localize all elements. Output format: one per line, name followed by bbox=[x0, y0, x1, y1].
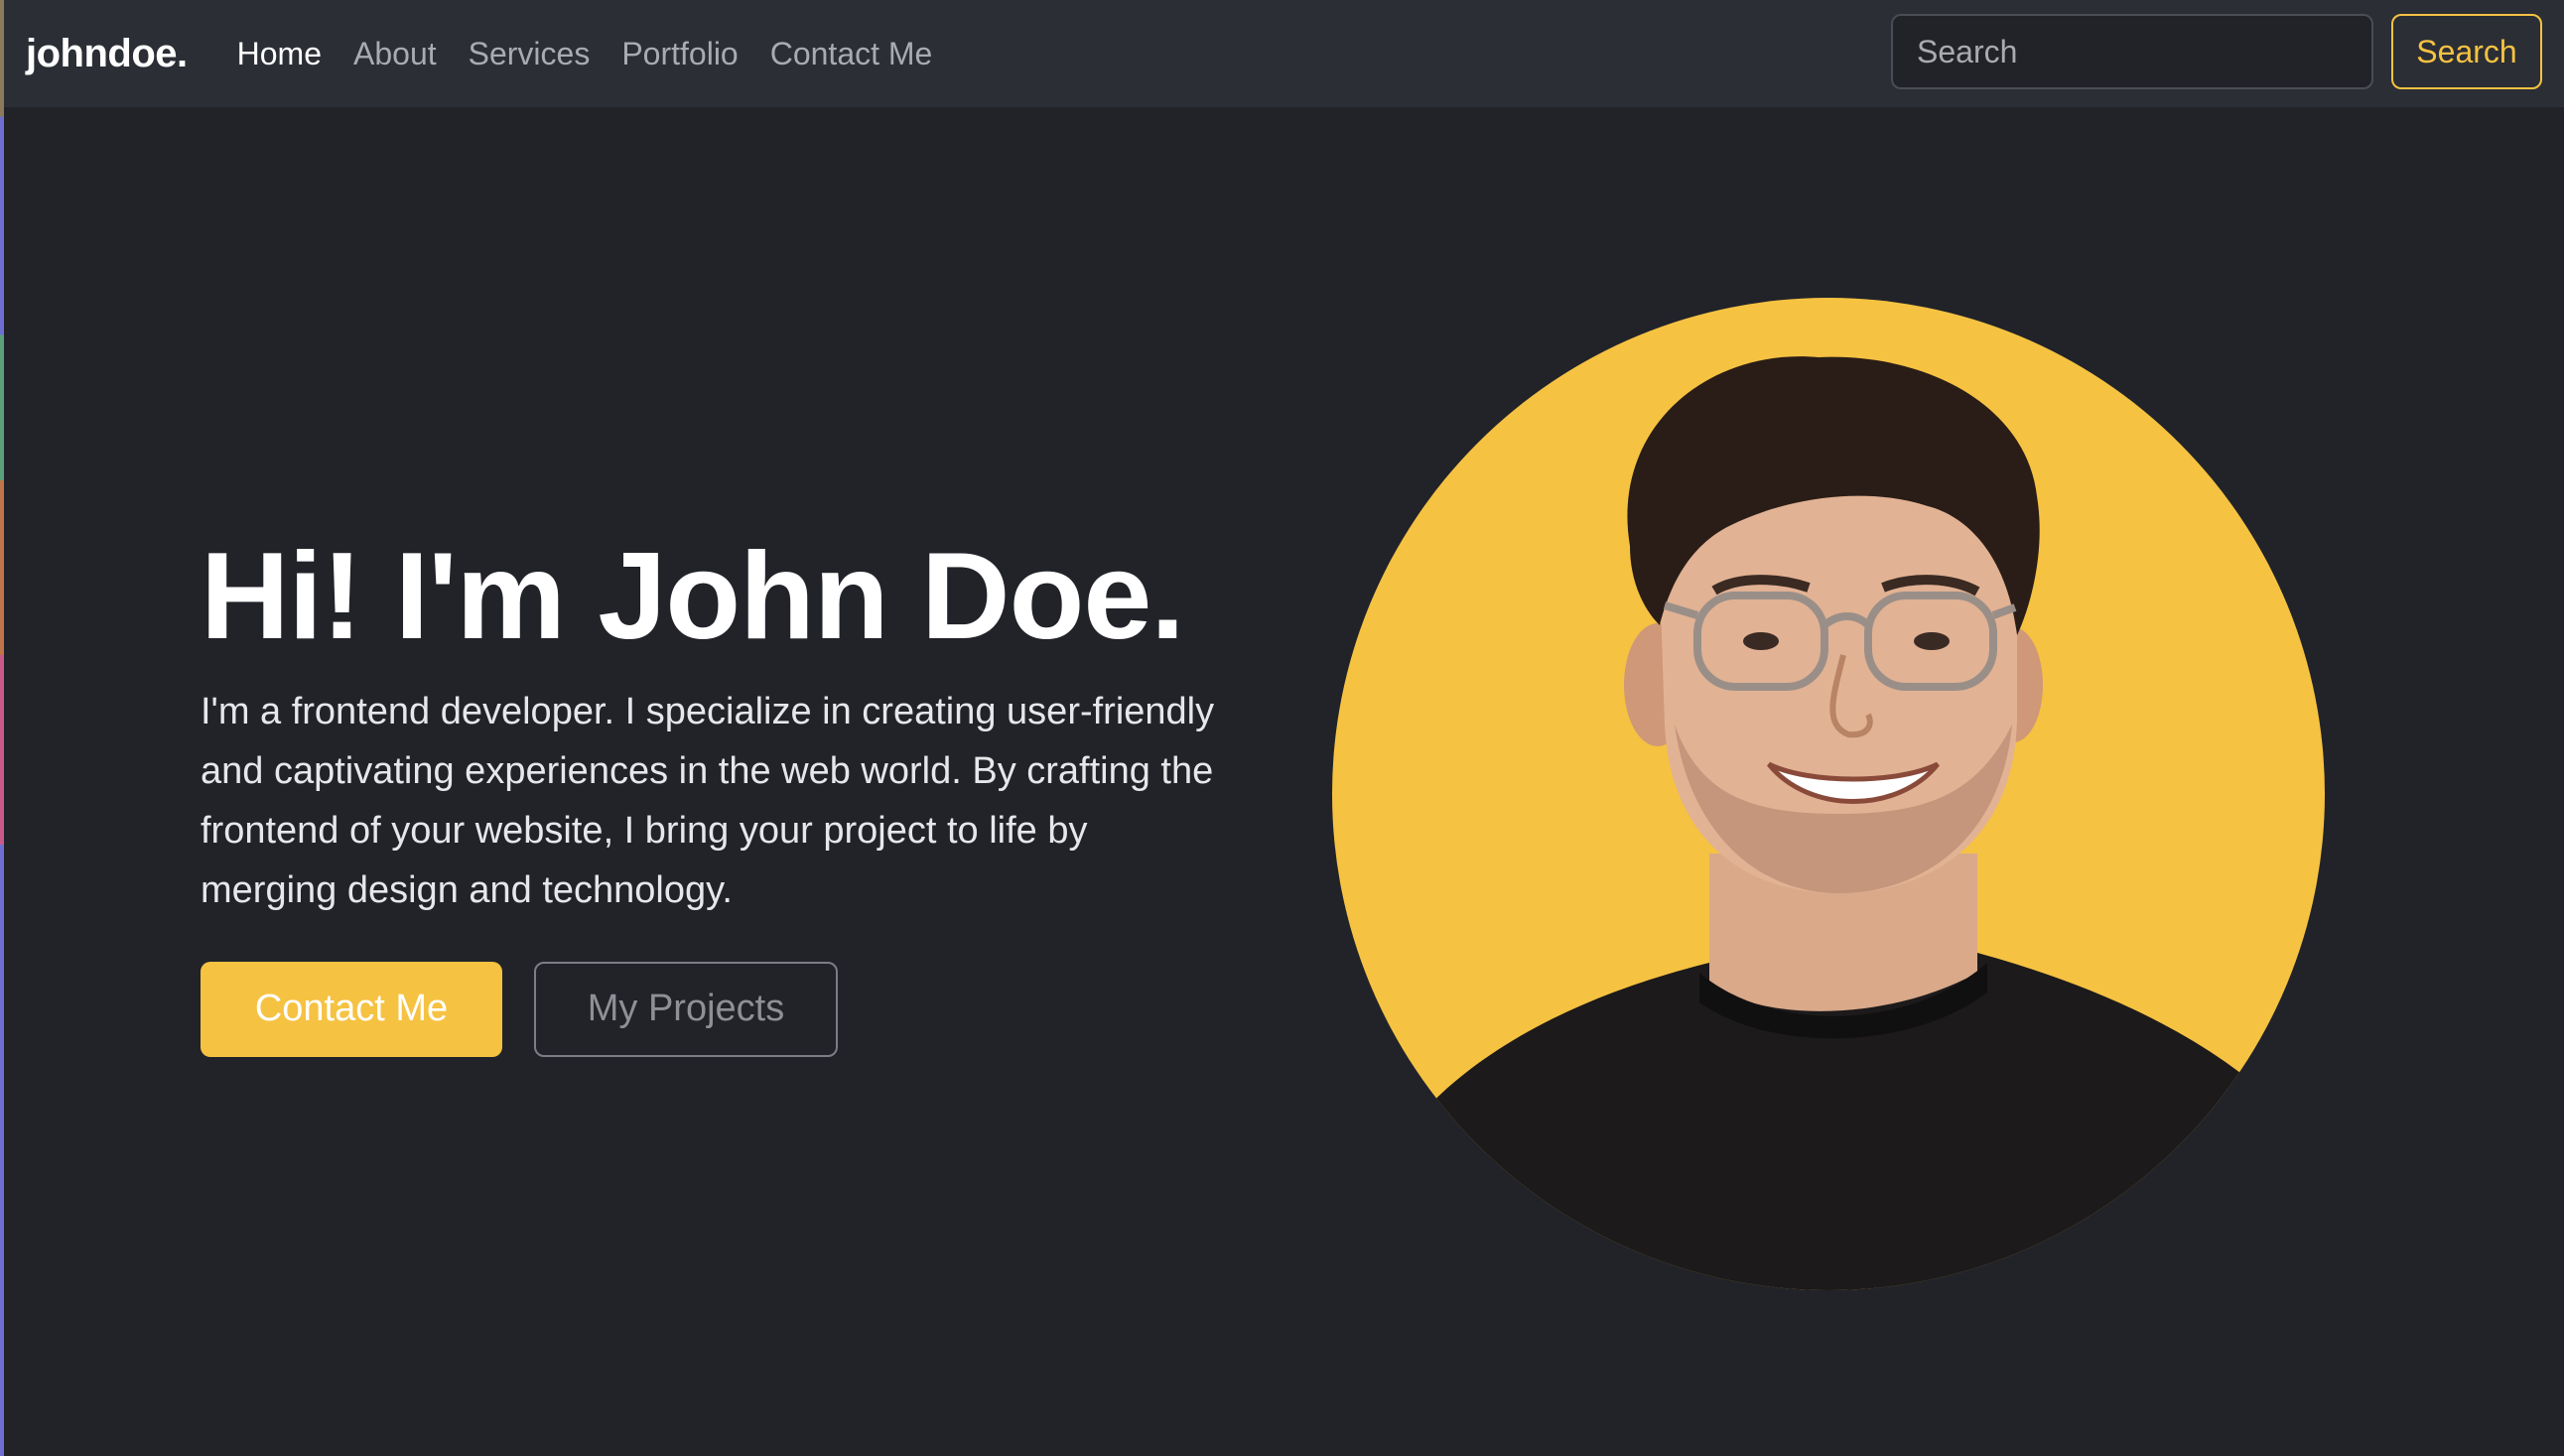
my-projects-button[interactable]: My Projects bbox=[534, 961, 838, 1057]
page: johndoe. Home About Services Portfolio C… bbox=[0, 0, 2564, 1456]
navbar: johndoe. Home About Services Portfolio C… bbox=[4, 0, 2564, 107]
person-portrait-icon bbox=[1332, 356, 2325, 1290]
profile-portrait bbox=[1332, 298, 2325, 1290]
nav-links: Home About Services Portfolio Contact Me bbox=[237, 36, 965, 72]
search-button[interactable]: Search bbox=[2391, 14, 2542, 89]
search-input[interactable] bbox=[1891, 14, 2373, 89]
nav-item-services[interactable]: Services bbox=[469, 36, 591, 72]
search-form: Search bbox=[1891, 14, 2542, 89]
nav-item-contact[interactable]: Contact Me bbox=[770, 36, 933, 72]
hero-actions: Contact Me My Projects bbox=[201, 961, 1253, 1057]
brand-logo[interactable]: johndoe. bbox=[26, 32, 188, 76]
contact-me-button[interactable]: Contact Me bbox=[201, 961, 502, 1057]
nav-item-about[interactable]: About bbox=[353, 36, 437, 72]
nav-item-portfolio[interactable]: Portfolio bbox=[621, 36, 738, 72]
window-edge-strip bbox=[0, 0, 4, 1456]
hero-description: I'm a frontend developer. I specialize i… bbox=[201, 690, 1215, 911]
hero-section: Hi! I'm John Doe. I'm a frontend develop… bbox=[201, 526, 1253, 1057]
nav-item-home[interactable]: Home bbox=[237, 36, 322, 72]
hero-title: Hi! I'm John Doe. bbox=[201, 528, 1185, 665]
